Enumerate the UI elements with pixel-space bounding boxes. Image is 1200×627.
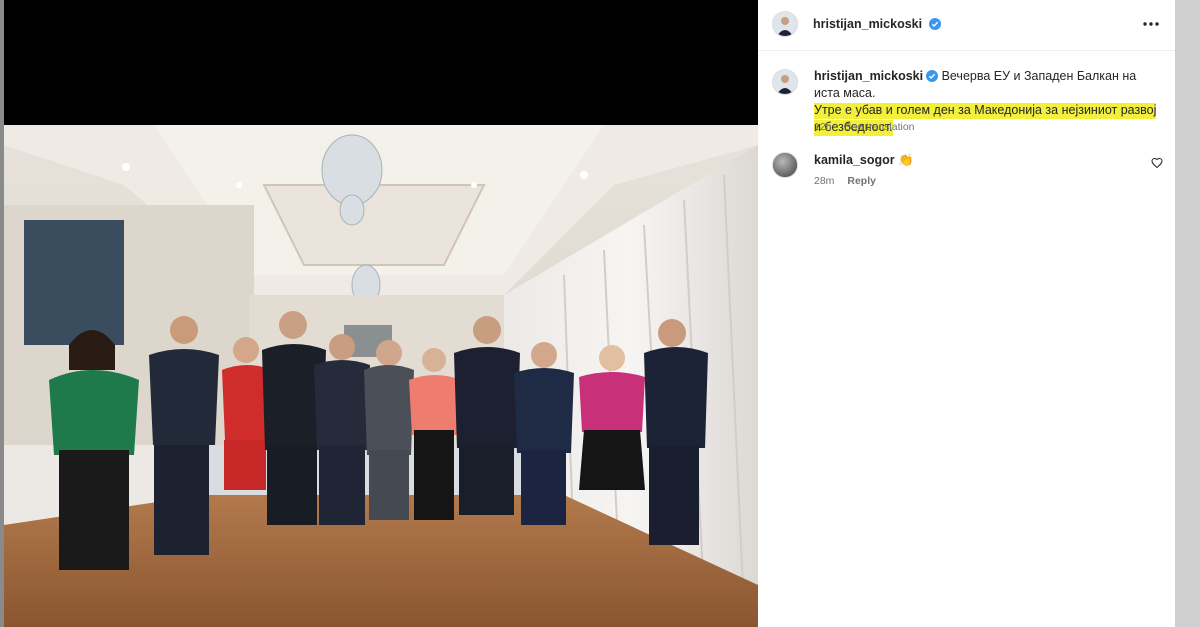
more-horizontal-icon[interactable]	[1142, 18, 1160, 30]
profile-photo-icon	[773, 153, 797, 177]
profile-photo-icon	[773, 70, 797, 94]
heart-outline-icon[interactable]	[1151, 157, 1163, 169]
post-details-panel: hristijan_mickoski hristijan_mickoski Ве…	[758, 0, 1175, 627]
see-translation-link[interactable]: See translation	[844, 121, 914, 133]
caption-meta: 12h See translation	[814, 121, 925, 133]
profile-photo-icon	[773, 12, 797, 36]
caption-time: 12h	[814, 121, 832, 133]
verified-badge-icon	[926, 70, 939, 82]
commenter-avatar[interactable]	[772, 152, 798, 178]
verified-badge-icon	[928, 18, 941, 30]
author-avatar[interactable]	[772, 11, 798, 37]
window-edge-right	[1175, 0, 1200, 627]
author-username[interactable]: hristijan_mickoski	[813, 17, 941, 31]
reply-button[interactable]: Reply	[847, 175, 876, 187]
comment-meta: 28m Reply	[814, 175, 886, 187]
post-photo	[4, 125, 758, 627]
post-media[interactable]	[4, 0, 758, 627]
author-username-text[interactable]: hristijan_mickoski	[813, 17, 922, 31]
comment-emoji: 👏	[898, 153, 914, 167]
caption-username[interactable]: hristijan_mickoski	[814, 69, 923, 83]
comment-item: kamila_sogor 👏	[814, 153, 914, 168]
comment-time: 28m	[814, 175, 835, 187]
caption-author-avatar[interactable]	[772, 69, 798, 95]
comment-username[interactable]: kamila_sogor	[814, 153, 895, 167]
post-header: hristijan_mickoski	[758, 0, 1175, 51]
